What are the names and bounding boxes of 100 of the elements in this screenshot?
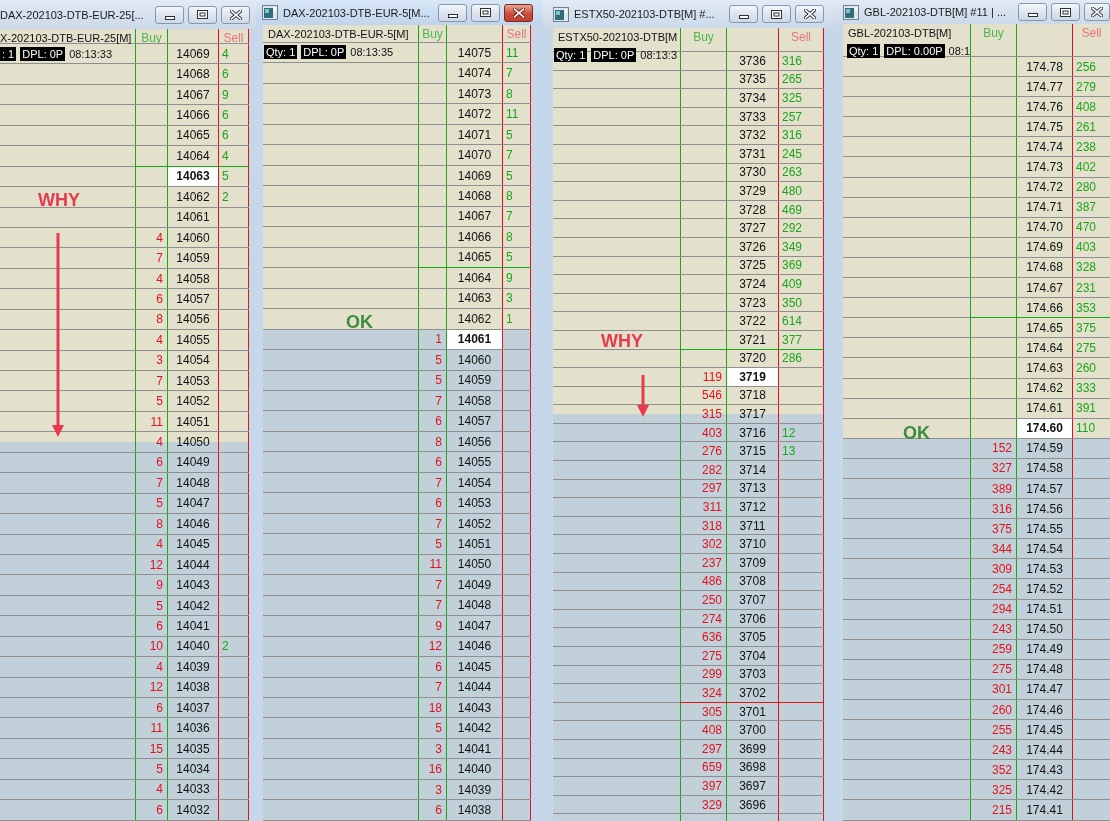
close-button[interactable] [1084, 3, 1110, 21]
price-cell: 14073 [446, 83, 502, 104]
buy-quantity: 16 [418, 759, 446, 779]
price-cell: 3722 [726, 312, 778, 330]
sell-column-header: Sell [218, 29, 249, 43]
maximize-button[interactable] [1051, 3, 1080, 21]
price-cell: 174.45 [1016, 720, 1072, 740]
price-cell: 14064 [167, 146, 218, 166]
price-cell: 14039 [446, 779, 502, 800]
dpl-label: DPL: 0P [591, 48, 637, 62]
close-button[interactable] [221, 5, 250, 24]
minimize-button[interactable] [1018, 3, 1047, 21]
buy-quantity: 8 [135, 309, 167, 330]
sell-quantity: 6 [218, 105, 249, 125]
buy-quantity: 403 [680, 423, 726, 442]
close-icon [229, 9, 242, 20]
price-cell: 14037 [167, 698, 218, 718]
price-cell: 14042 [446, 718, 502, 738]
price-cell: 14074 [446, 63, 502, 83]
sell-quantity: 316 [778, 52, 824, 70]
price-cell: 14055 [446, 452, 502, 472]
buy-quantity: 309 [970, 559, 1016, 579]
price-cell: 14042 [167, 595, 218, 616]
quantity-label: : 1 [0, 47, 17, 61]
buy-quantity: 254 [970, 579, 1016, 599]
maximize-button[interactable] [188, 5, 217, 24]
minimize-button[interactable] [155, 5, 184, 24]
buy-quantity: 344 [970, 539, 1016, 559]
price-cell: 174.51 [1016, 599, 1072, 619]
price-cell: 174.70 [1016, 217, 1072, 237]
price-cell: 3715 [726, 442, 778, 461]
price-cell: 3698 [726, 758, 778, 777]
price-cell: 14063 [167, 166, 218, 187]
price-cell: 14052 [167, 391, 218, 411]
buy-quantity: 329 [680, 795, 726, 814]
buy-quantity: 276 [680, 442, 726, 461]
buy-quantity: 389 [970, 478, 1016, 499]
close-button[interactable] [795, 5, 824, 23]
buy-quantity: 299 [680, 665, 726, 684]
price-cell: 174.74 [1016, 137, 1072, 157]
price-cell: 14053 [446, 493, 502, 513]
maximize-button[interactable] [471, 3, 500, 22]
minimize-button[interactable] [729, 5, 758, 23]
buy-quantity: 7 [135, 248, 167, 268]
buy-quantity: 486 [680, 572, 726, 591]
price-cell: 174.47 [1016, 679, 1072, 699]
price-cell: 3703 [726, 665, 778, 684]
time-label: 08:13:33 [69, 47, 113, 61]
minimize-icon [1027, 13, 1038, 17]
price-cell: 14038 [446, 800, 502, 820]
buy-quantity: 18 [418, 698, 446, 718]
buy-quantity: 282 [680, 461, 726, 479]
window-title: DAX-202103-DTB-EUR-5[M... [283, 5, 431, 20]
sell-quantity: 350 [778, 293, 824, 312]
sell-quantity: 279 [1072, 77, 1110, 97]
price-cell: 14067 [167, 84, 218, 105]
buy-quantity: 375 [970, 519, 1016, 539]
time-label: 08:13:3 [640, 48, 677, 62]
instrument-name: GBL-202103-DTB[M] [848, 26, 952, 40]
annotation-label: WHY [38, 190, 80, 210]
buy-quantity: 5 [418, 534, 446, 554]
sell-quantity: 402 [1072, 157, 1110, 177]
annotation-label: OK [346, 312, 373, 332]
minimize-icon [164, 15, 175, 20]
price-cell: 14045 [167, 534, 218, 554]
price-cell: 174.77 [1016, 77, 1072, 97]
price-cell: 14045 [446, 657, 502, 677]
buy-quantity: 4 [135, 432, 167, 452]
buy-quantity: 5 [418, 350, 446, 370]
price-cell: 14049 [446, 575, 502, 595]
sell-quantity: 7 [502, 145, 531, 165]
sell-quantity: 231 [1072, 278, 1110, 298]
price-cell: 14068 [167, 64, 218, 84]
buy-quantity: 324 [680, 684, 726, 702]
price-cell: 14066 [446, 227, 502, 247]
price-cell: 174.76 [1016, 97, 1072, 117]
price-cell: 14072 [446, 104, 502, 124]
price-cell: 174.56 [1016, 499, 1072, 519]
close-button[interactable] [504, 3, 533, 22]
quantity-label: Qty: 1 [847, 44, 881, 58]
price-cell: 174.41 [1016, 800, 1072, 820]
sell-quantity: 387 [1072, 197, 1110, 217]
price-cell: 3717 [726, 405, 778, 423]
maximize-icon [197, 10, 208, 19]
price-cell: 14057 [446, 411, 502, 431]
price-cell: 174.52 [1016, 579, 1072, 599]
sell-quantity: 6 [218, 125, 249, 146]
buy-quantity: 311 [680, 498, 726, 516]
price-cell: 14035 [167, 738, 218, 759]
sell-column-header: Sell [502, 25, 531, 42]
minimize-button[interactable] [438, 3, 467, 22]
price-cell: 3708 [726, 572, 778, 591]
buy-quantity: 5 [135, 759, 167, 779]
maximize-button[interactable] [762, 5, 791, 23]
sell-quantity: 261 [1072, 117, 1110, 137]
buy-quantity: 3 [418, 779, 446, 800]
buy-quantity: 9 [418, 616, 446, 636]
buy-quantity: 275 [680, 647, 726, 665]
sell-quantity: 11 [502, 43, 531, 63]
sell-quantity: 292 [778, 219, 824, 237]
